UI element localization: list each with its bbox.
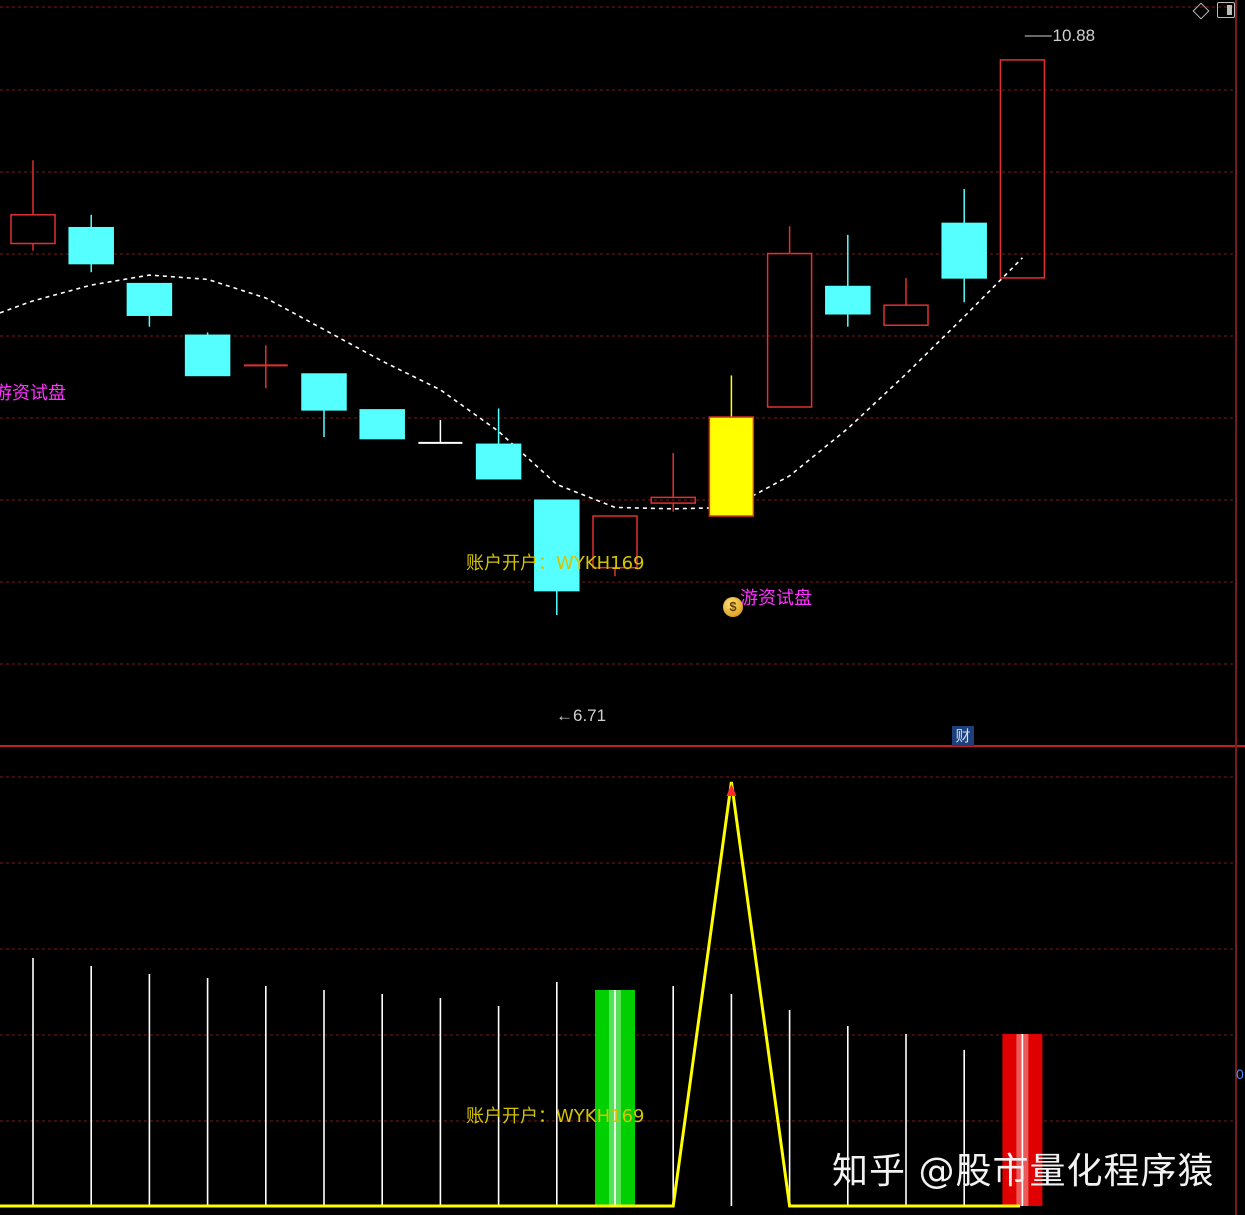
candle-body xyxy=(10,214,56,245)
candle-body xyxy=(301,373,347,411)
low-price-label: ←6.71 xyxy=(556,707,606,724)
candle-body xyxy=(883,304,929,327)
candle-body xyxy=(359,409,405,440)
candle-body xyxy=(708,416,755,517)
axis-edge-label: 0 xyxy=(1236,1066,1244,1082)
low-price-value: 6.71 xyxy=(573,706,607,725)
diamond-icon[interactable] xyxy=(1192,2,1210,20)
annotation-account-lower: 账户开户：WYKH169 xyxy=(466,1106,645,1127)
candle-body xyxy=(534,499,580,592)
money-bag-icon: $ xyxy=(723,597,743,617)
finance-badge[interactable]: 财 xyxy=(952,726,974,746)
candle-body xyxy=(766,252,813,408)
high-price-value: 10.88 xyxy=(1052,26,1096,45)
candle-body xyxy=(126,282,173,316)
candlesticks xyxy=(10,59,1046,615)
candle-body xyxy=(475,443,522,480)
candle-body xyxy=(825,285,871,315)
high-price-label: ⸺10.88 xyxy=(1024,27,1095,44)
annotation-youzi-left: 游资试盘 xyxy=(0,383,66,404)
leader-arrow-icon: ⸺ xyxy=(1024,26,1053,45)
chart-svg xyxy=(0,0,1245,1215)
candle-body xyxy=(999,59,1046,279)
window-controls xyxy=(1192,2,1235,20)
leader-arrow-icon: ← xyxy=(556,706,573,725)
signal-peak-marker xyxy=(726,784,737,796)
annotation-youzi-right: 游资试盘 xyxy=(740,588,812,609)
candle-body xyxy=(184,334,231,377)
panel-toggle-icon[interactable] xyxy=(1217,2,1235,18)
annotation-account-upper: 账户开户：WYKH169 xyxy=(466,553,645,574)
watermark: 知乎 @股市量化程序猿 xyxy=(832,1151,1215,1192)
candle-body xyxy=(941,222,987,279)
candle-body xyxy=(68,226,114,265)
